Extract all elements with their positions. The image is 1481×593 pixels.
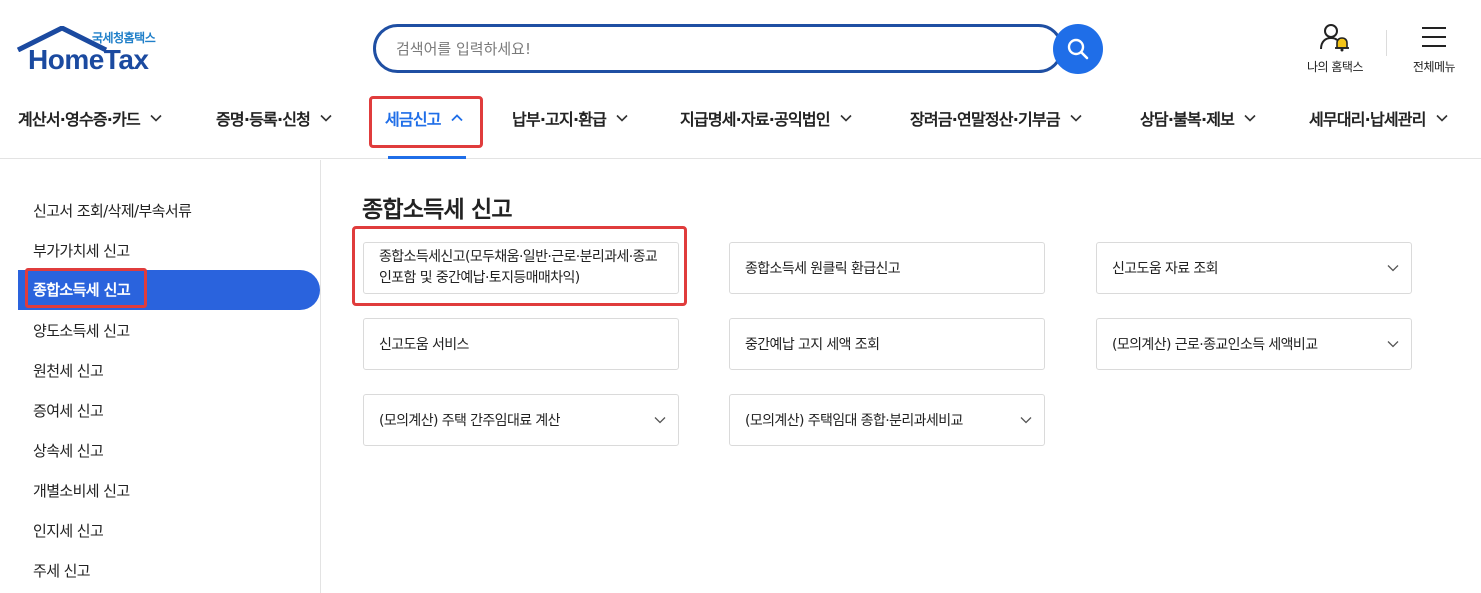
my-hometax-label: 나의 홈택스 xyxy=(1306,60,1364,74)
sidebar-item-excise-tax[interactable]: 개별소비세 신고 xyxy=(33,480,130,501)
card-label: 신고도움 서비스 xyxy=(379,337,469,353)
gnb-item-consultation[interactable]: 상담·불복·제보 xyxy=(1140,95,1256,141)
gnb-item-payment[interactable]: 납부·고지·환급 xyxy=(512,95,628,141)
global-nav: 계산서·영수증·카드 증명·등록·신청 세금신고 납부·고지·환급 지급명세·자… xyxy=(0,95,1481,159)
highlight-box xyxy=(352,226,687,306)
card-simulation-deemed-rent[interactable]: (모의계산) 주택 간주임대료 계산 xyxy=(363,394,679,446)
chevron-down-icon xyxy=(320,114,332,122)
page-title: 종합소득세 신고 xyxy=(362,197,513,223)
chevron-down-icon xyxy=(616,114,628,122)
gnb-item-label: 지급명세·자료·공익법인 xyxy=(680,110,831,129)
chevron-down-icon xyxy=(1070,114,1082,122)
chevron-down-icon xyxy=(1387,341,1399,348)
my-hometax-button[interactable]: 나의 홈택스 xyxy=(1298,22,1372,75)
card-label: (모의계산) 주택임대 종합·분리과세비교 xyxy=(745,413,963,429)
logo-wordmark: HomeTax xyxy=(28,44,149,75)
chevron-down-icon xyxy=(1387,265,1399,272)
card-help-data-inquiry[interactable]: 신고도움 자료 조회 xyxy=(1096,242,1412,294)
card-interim-prepayment[interactable]: 중간예납 고지 세액 조회 xyxy=(729,318,1045,370)
gnb-item-tax-agent[interactable]: 세무대리·납세관리 xyxy=(1309,95,1448,141)
gnb-item-label: 상담·불복·제보 xyxy=(1140,110,1235,129)
card-label: (모의계산) 주택 간주임대료 계산 xyxy=(379,413,561,429)
chevron-down-icon xyxy=(150,114,162,122)
card-simulation-housing-rental[interactable]: (모의계산) 주택임대 종합·분리과세비교 xyxy=(729,394,1045,446)
card-label: (모의계산) 근로·종교인소득 세액비교 xyxy=(1112,337,1318,353)
card-label: 중간예납 고지 세액 조회 xyxy=(745,337,880,353)
gnb-item-label: 납부·고지·환급 xyxy=(512,110,607,129)
all-menu-label: 전체메뉴 xyxy=(1412,60,1456,74)
sidebar-item-inheritance-tax[interactable]: 상속세 신고 xyxy=(33,440,104,461)
gnb-item-invoice[interactable]: 계산서·영수증·카드 xyxy=(18,95,162,141)
card-label: 종합소득세 원클릭 환급신고 xyxy=(745,261,901,277)
sidebar-item-stamp-tax[interactable]: 인지세 신고 xyxy=(33,520,104,541)
gnb-item-label: 계산서·영수증·카드 xyxy=(18,110,141,129)
user-bell-icon xyxy=(1320,24,1349,52)
sidebar-item-gift-tax[interactable]: 증여세 신고 xyxy=(33,400,104,421)
chevron-down-icon xyxy=(1436,114,1448,122)
gnb-item-incentive[interactable]: 장려금·연말정산·기부금 xyxy=(910,95,1082,141)
sidebar-item-return-inquiry[interactable]: 신고서 조회/삭제/부속서류 xyxy=(33,200,192,221)
gnb-item-label: 장려금·연말정산·기부금 xyxy=(910,110,1061,129)
chevron-down-icon xyxy=(654,417,666,424)
hamburger-menu-icon xyxy=(1422,27,1446,47)
gnb-item-certificate[interactable]: 증명·등록·신청 xyxy=(216,95,332,141)
gnb-item-label: 증명·등록·신청 xyxy=(216,110,311,129)
sidebar: 신고서 조회/삭제/부속서류 부가가치세 신고 종합소득세 신고 양도소득세 신… xyxy=(0,160,321,593)
sidebar-item-withholding[interactable]: 원천세 신고 xyxy=(33,360,104,381)
card-one-click-refund[interactable]: 종합소득세 원클릭 환급신고 xyxy=(729,242,1045,294)
card-label: 신고도움 자료 조회 xyxy=(1112,261,1219,277)
search-icon xyxy=(1067,38,1089,60)
active-tab-underline xyxy=(388,156,466,159)
chevron-down-icon xyxy=(1020,417,1032,424)
highlight-box xyxy=(25,268,147,308)
hometax-logo[interactable]: 국세청홈택스 HomeTax xyxy=(16,26,176,78)
gnb-item-label: 세무대리·납세관리 xyxy=(1309,110,1426,129)
search-box xyxy=(373,24,1063,73)
all-menu-button[interactable]: 전체메뉴 xyxy=(1402,22,1466,75)
highlight-box xyxy=(369,96,483,148)
sidebar-item-capital-gains[interactable]: 양도소득세 신고 xyxy=(33,320,130,341)
gnb-item-payment-statement[interactable]: 지급명세·자료·공익법인 xyxy=(680,95,852,141)
chevron-down-icon xyxy=(1244,114,1256,122)
sidebar-item-liquor-tax[interactable]: 주세 신고 xyxy=(33,560,91,581)
chevron-down-icon xyxy=(840,114,852,122)
card-help-service[interactable]: 신고도움 서비스 xyxy=(363,318,679,370)
util-divider xyxy=(1386,30,1387,56)
card-simulation-earned-income[interactable]: (모의계산) 근로·종교인소득 세액비교 xyxy=(1096,318,1412,370)
sidebar-item-vat[interactable]: 부가가치세 신고 xyxy=(33,240,130,261)
search-button[interactable] xyxy=(1053,24,1103,74)
search-input[interactable] xyxy=(396,27,1016,70)
